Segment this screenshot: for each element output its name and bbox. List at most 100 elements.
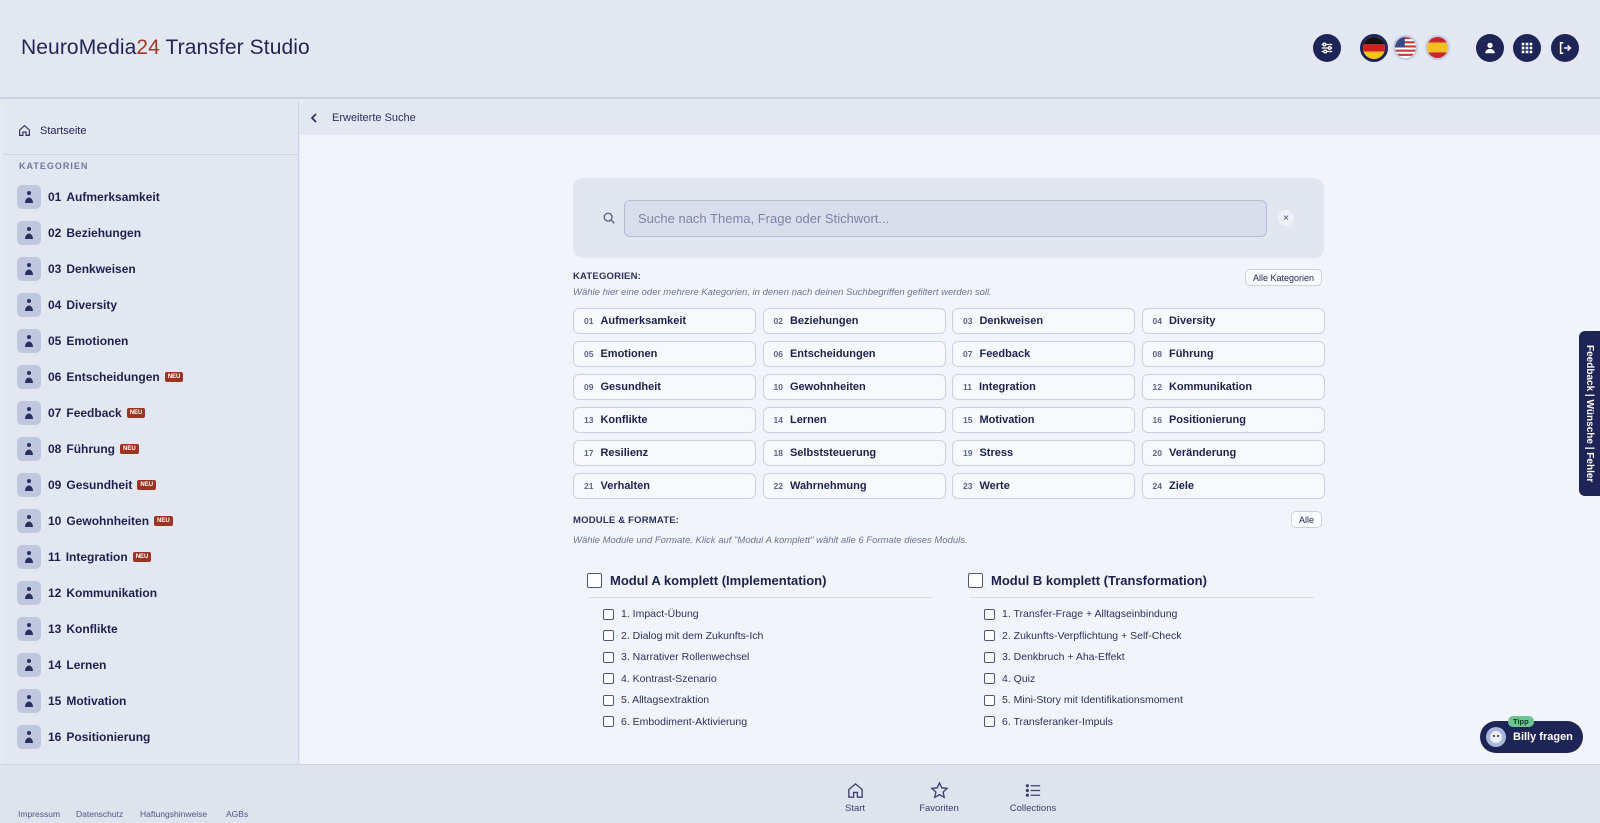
sidebar-item-motivation[interactable]: 15 Motivation <box>17 688 126 714</box>
search-clear-button[interactable]: × <box>1278 210 1294 226</box>
sidebar-item-entscheidungen[interactable]: 06 Entscheidungen NEU <box>17 364 184 390</box>
format-checkbox-item[interactable]: 1. Transfer-Frage + Alltagseinbindung <box>984 608 1177 620</box>
sidebar-item-kommunikation[interactable]: 12 Kommunikation <box>17 580 157 606</box>
category-chip-beziehungen[interactable]: 02 Beziehungen <box>762 308 946 334</box>
format-checkbox-item[interactable]: 6. Embodiment-Aktivierung <box>603 716 747 728</box>
category-chip-verhalten[interactable]: 21 Verhalten <box>573 473 756 499</box>
category-chip-führung[interactable]: 08 Führung <box>1141 341 1325 367</box>
checkbox[interactable] <box>603 630 614 641</box>
logo-number: 24 <box>136 36 160 59</box>
sidebar-item-beziehungen[interactable]: 02 Beziehungen <box>17 220 141 246</box>
checkbox[interactable] <box>984 651 995 663</box>
language-de-button[interactable] <box>1360 34 1388 62</box>
category-chip-label: Aufmerksamkeit <box>600 315 687 327</box>
category-chip-gewohnheiten[interactable]: 10 Gewohnheiten <box>762 374 946 400</box>
sidebar-item-integration[interactable]: 11 Integration NEU <box>17 544 152 570</box>
checkbox[interactable] <box>968 573 983 588</box>
category-icon <box>17 185 41 209</box>
nav-favoriten[interactable]: Favoriten <box>915 781 963 814</box>
category-chip-veränderung[interactable]: 20 Veränderung <box>1141 440 1325 466</box>
sidebar-item-emotionen[interactable]: 05 Emotionen <box>17 328 128 354</box>
sidebar-item-denkweisen[interactable]: 03 Denkweisen <box>17 256 136 282</box>
format-checkbox-item[interactable]: 2. Dialog mit dem Zukunfts-Ich <box>603 630 763 642</box>
all-modules-button[interactable]: Alle <box>1291 511 1323 528</box>
category-chip-werte[interactable]: 23 Werte <box>952 473 1135 499</box>
module-b-complete-checkbox[interactable]: Modul B komplett (Transformation) <box>968 573 1207 588</box>
category-chip-feedback[interactable]: 07 Feedback <box>952 341 1135 367</box>
feedback-tab[interactable]: Feedback | Wünsche | Fehler <box>1579 331 1600 496</box>
sidebar-item-konflikte[interactable]: 13 Konflikte <box>17 616 118 642</box>
search-input[interactable] <box>624 200 1267 237</box>
haftungshinweise-link[interactable]: Haftungshinweise <box>140 809 207 819</box>
app-logo[interactable]: NeuroMedia24 Transfer Studio <box>21 36 310 60</box>
category-chip-number: 21 <box>584 481 594 491</box>
format-checkbox-item[interactable]: 4. Quiz <box>984 673 1035 685</box>
category-chip-emotionen[interactable]: 05 Emotionen <box>573 341 756 367</box>
nav-start[interactable]: Start <box>839 781 871 814</box>
format-checkbox-item[interactable]: 4. Kontrast-Szenario <box>603 673 717 685</box>
category-chip-konflikte[interactable]: 13 Konflikte <box>573 407 756 433</box>
nav-collections[interactable]: Collections <box>1006 781 1060 814</box>
category-chip-stress[interactable]: 19 Stress <box>952 440 1135 466</box>
checkbox[interactable] <box>984 716 995 727</box>
format-checkbox-item[interactable]: 5. Alltagsextraktion <box>603 694 709 706</box>
logout-button[interactable] <box>1551 34 1579 62</box>
sidebar-item-diversity[interactable]: 04 Diversity <box>17 292 117 318</box>
category-chip-selbststeuerung[interactable]: 18 Selbststeuerung <box>762 440 946 466</box>
sidebar-item-feedback[interactable]: 07 Feedback NEU <box>17 400 146 426</box>
sidebar-item-lernen[interactable]: 14 Lernen <box>17 652 106 678</box>
format-checkbox-item[interactable]: 3. Narrativer Rollenwechsel <box>603 651 749 663</box>
checkbox[interactable] <box>984 673 995 684</box>
category-chip-aufmerksamkeit[interactable]: 01 Aufmerksamkeit <box>573 308 756 334</box>
user-button[interactable] <box>1476 34 1504 62</box>
sidebar-item-label: Motivation <box>66 694 127 708</box>
sidebar-home-link[interactable]: Startseite <box>18 124 86 137</box>
category-chip-kommunikation[interactable]: 12 Kommunikation <box>1141 374 1325 400</box>
category-chip-wahrnehmung[interactable]: 22 Wahrnehmung <box>762 473 946 499</box>
checkbox[interactable] <box>984 608 995 620</box>
format-checkbox-item[interactable]: 1. Impact-Übung <box>603 608 699 620</box>
category-chip-integration[interactable]: 11 Integration <box>952 374 1135 400</box>
checkbox[interactable] <box>984 694 995 706</box>
checkbox[interactable] <box>603 694 614 706</box>
sidebar-item-aufmerksamkeit[interactable]: 01 Aufmerksamkeit <box>17 184 160 210</box>
apps-button[interactable] <box>1513 34 1541 62</box>
list-icon <box>1025 784 1040 797</box>
format-checkbox-item[interactable]: 2. Zukunfts-Verpflichtung + Self-Check <box>984 630 1181 642</box>
category-chip-positionierung[interactable]: 16 Positionierung <box>1141 407 1325 433</box>
breadcrumb[interactable]: Erweiterte Suche <box>300 101 1600 135</box>
category-chip-ziele[interactable]: 24 Ziele <box>1141 473 1325 499</box>
sidebar-item-führung[interactable]: 08 Führung NEU <box>17 436 139 462</box>
all-categories-button[interactable]: Alle Kategorien <box>1245 269 1323 286</box>
checkbox[interactable] <box>984 630 995 641</box>
datenschutz-link[interactable]: Datenschutz <box>76 809 123 819</box>
format-label: 4. Quiz <box>1002 672 1036 685</box>
agbs-link[interactable]: AGBs <box>226 809 248 819</box>
category-chip-resilienz[interactable]: 17 Resilienz <box>573 440 756 466</box>
sidebar-item-gewohnheiten[interactable]: 10 Gewohnheiten NEU <box>17 508 173 534</box>
checkbox[interactable] <box>603 716 614 727</box>
category-chip-diversity[interactable]: 04 Diversity <box>1141 308 1325 334</box>
category-chip-lernen[interactable]: 14 Lernen <box>762 407 946 433</box>
category-chip-motivation[interactable]: 15 Motivation <box>952 407 1135 433</box>
format-checkbox-item[interactable]: 5. Mini-Story mit Identifikationsmoment <box>984 694 1183 706</box>
chevron-left-icon[interactable] <box>308 112 320 124</box>
language-en-button[interactable] <box>1393 35 1418 60</box>
category-chip-denkweisen[interactable]: 03 Denkweisen <box>952 308 1135 334</box>
checkbox[interactable] <box>603 651 614 663</box>
checkbox[interactable] <box>587 573 602 588</box>
category-chip-entscheidungen[interactable]: 06 Entscheidungen <box>762 341 946 367</box>
format-checkbox-item[interactable]: 6. Transferanker-Impuls <box>984 716 1113 728</box>
language-es-button[interactable] <box>1425 35 1450 60</box>
module-a-complete-checkbox[interactable]: Modul A komplett (Implementation) <box>587 573 826 588</box>
checkbox[interactable] <box>603 673 614 684</box>
sidebar-divider <box>3 154 298 155</box>
filter-settings-button[interactable] <box>1313 34 1341 62</box>
checkbox[interactable] <box>603 608 614 620</box>
category-chip-gesundheit[interactable]: 09 Gesundheit <box>573 374 756 400</box>
sidebar-section-heading: KATEGORIEN <box>19 161 89 171</box>
sidebar-item-gesundheit[interactable]: 09 Gesundheit NEU <box>17 472 157 498</box>
impressum-link[interactable]: Impressum <box>18 809 60 819</box>
format-checkbox-item[interactable]: 3. Denkbruch + Aha-Effekt <box>984 651 1125 663</box>
sidebar-item-positionierung[interactable]: 16 Positionierung <box>17 724 150 750</box>
